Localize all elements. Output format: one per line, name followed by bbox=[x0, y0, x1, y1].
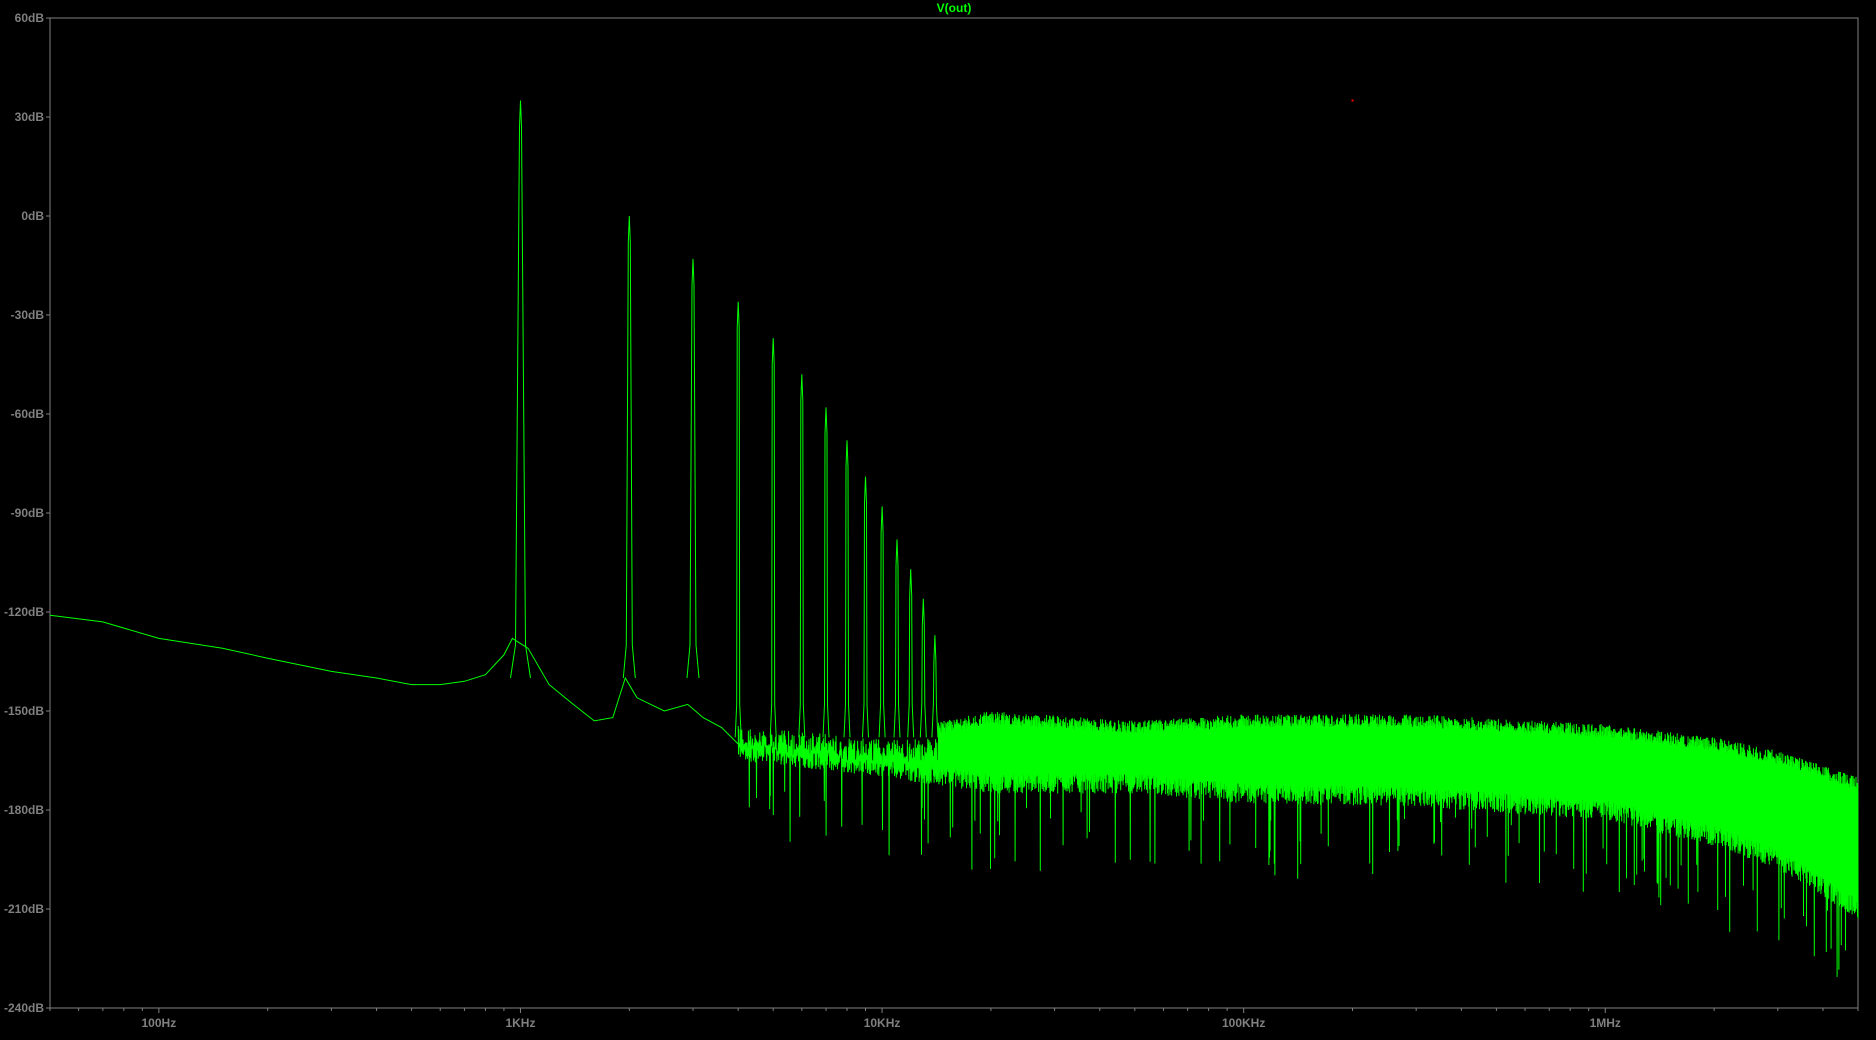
x-tick-label[interactable]: 100Hz bbox=[142, 1016, 177, 1030]
plot-window[interactable]: V(out) 60dB 30dB 0dB -30dB -60dB -90dB -120dB -… bbox=[0, 0, 1876, 1035]
y-tick-label[interactable]: -150dB bbox=[4, 704, 44, 718]
x-tick-label[interactable]: 1MHz bbox=[1590, 1016, 1621, 1030]
y-tick-label[interactable]: -180dB bbox=[4, 803, 44, 817]
y-tick-label[interactable]: -210dB bbox=[4, 902, 44, 916]
y-tick-label[interactable]: -90dB bbox=[11, 506, 45, 520]
x-tick-label[interactable]: 1KHz bbox=[505, 1016, 535, 1030]
spectrum-plot[interactable]: V(out) 60dB 30dB 0dB -30dB -60dB -90dB -120dB -… bbox=[0, 0, 1876, 1035]
trace-title[interactable]: V(out) bbox=[937, 1, 972, 15]
y-tick-label[interactable]: 0dB bbox=[21, 209, 44, 223]
y-tick-label[interactable]: -30dB bbox=[11, 308, 45, 322]
marker-dot[interactable] bbox=[1351, 99, 1354, 102]
y-tick-label[interactable]: -120dB bbox=[4, 605, 44, 619]
y-tick-label[interactable]: 60dB bbox=[15, 11, 45, 25]
y-tick-label[interactable]: 30dB bbox=[15, 110, 45, 124]
x-tick-label[interactable]: 100KHz bbox=[1222, 1016, 1265, 1030]
y-tick-label[interactable]: -240dB bbox=[4, 1001, 44, 1015]
y-tick-label[interactable]: -60dB bbox=[11, 407, 45, 421]
x-tick-label[interactable]: 10KHz bbox=[864, 1016, 901, 1030]
plot-background bbox=[0, 0, 1876, 1035]
